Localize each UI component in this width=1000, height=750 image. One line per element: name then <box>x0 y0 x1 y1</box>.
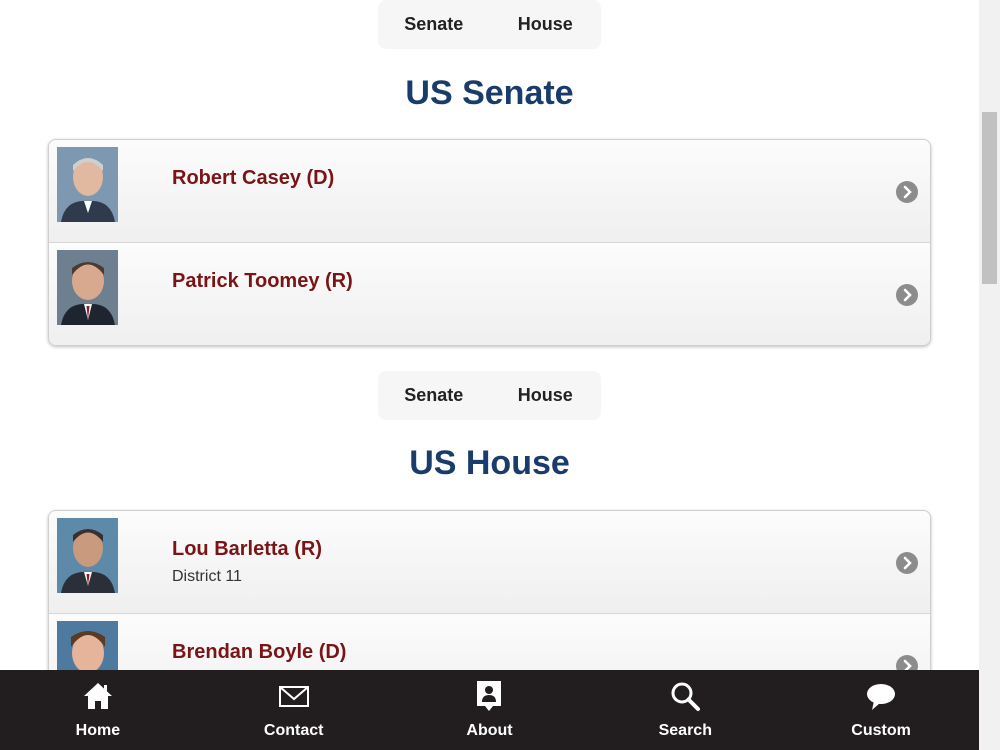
tab-home[interactable]: Home <box>0 670 196 750</box>
tab-label: Search <box>658 722 712 739</box>
member-name: Brendan Boyle (D) <box>172 641 347 663</box>
senate-section-title: US Senate <box>405 74 574 112</box>
list-item[interactable]: Patrick Toomey (R) <box>49 243 930 345</box>
member-name: Lou Barletta (R) <box>172 538 322 560</box>
bottom-tab-bar: Home Contact About Search Custom <box>0 670 979 750</box>
chevron-right-icon <box>896 284 918 306</box>
house-section-title: US House <box>409 444 570 482</box>
tab-label: About <box>466 722 513 739</box>
senate-tab[interactable]: Senate <box>378 0 490 49</box>
house-tab[interactable]: House <box>490 0 602 49</box>
tab-search[interactable]: Search <box>587 670 783 750</box>
scrollbar[interactable] <box>979 0 1000 750</box>
envelope-icon <box>278 680 310 712</box>
chamber-switcher: Senate House <box>378 371 601 420</box>
tab-contact[interactable]: Contact <box>196 670 392 750</box>
person-badge-icon <box>473 680 505 712</box>
search-icon <box>669 680 701 712</box>
house-tab[interactable]: House <box>490 371 602 420</box>
member-photo <box>57 250 118 325</box>
member-name: Patrick Toomey (R) <box>172 270 353 292</box>
chevron-right-icon <box>896 552 918 574</box>
tab-label: Custom <box>851 722 911 739</box>
chevron-right-icon <box>896 181 918 203</box>
member-district: District 11 <box>172 568 242 585</box>
list-item[interactable]: Robert Casey (D) <box>49 140 930 243</box>
chamber-switcher: Senate House <box>378 0 601 49</box>
member-photo <box>57 147 118 222</box>
list-item[interactable]: Lou Barletta (R) District 11 <box>49 511 930 614</box>
tab-about[interactable]: About <box>392 670 588 750</box>
tab-custom[interactable]: Custom <box>783 670 979 750</box>
tab-label: Contact <box>263 722 324 739</box>
home-icon <box>82 680 114 712</box>
senate-tab[interactable]: Senate <box>378 371 490 420</box>
member-photo <box>57 518 118 593</box>
page: Senate House US Senate Robert Casey (D) <box>0 0 979 750</box>
speech-bubble-icon <box>865 680 897 712</box>
senate-list: Robert Casey (D) Patrick Toomey (R) <box>48 139 931 346</box>
scrollbar-thumb[interactable] <box>982 112 997 284</box>
tab-label: Home <box>75 722 121 739</box>
member-name: Robert Casey (D) <box>172 167 335 189</box>
